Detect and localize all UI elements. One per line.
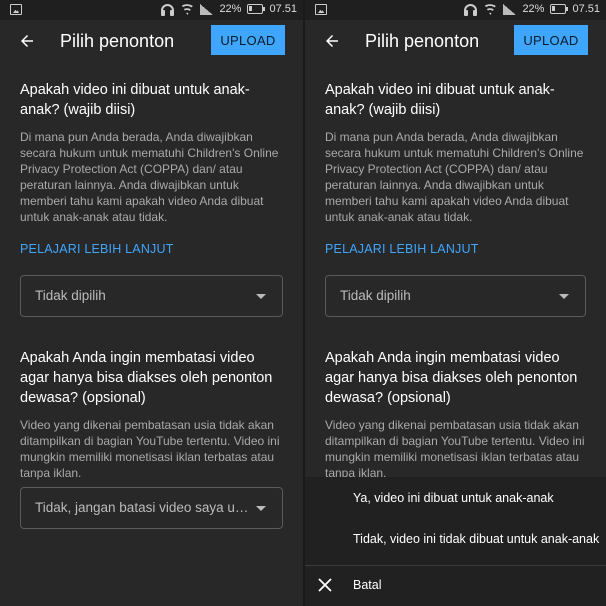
- kids-dropdown-value: Tidak dipilih: [340, 288, 411, 303]
- gallery-icon: [10, 4, 22, 15]
- status-bar: 22% 07.51: [305, 0, 606, 20]
- gallery-icon: [315, 4, 327, 15]
- age-question: Apakah Anda ingin membatasi video agar h…: [325, 350, 578, 406]
- cancel-button[interactable]: Batal: [305, 566, 606, 606]
- age-dropdown[interactable]: Tidak, jangan batasi video saya un...: [20, 487, 283, 529]
- kids-section: Apakah video ini dibuat untuk anak-anak?…: [325, 80, 586, 256]
- status-bar: 22% 07.51: [0, 0, 303, 20]
- app-bar: Pilih penonton UPLOAD: [0, 20, 303, 64]
- headset-icon: [161, 3, 175, 16]
- caret-down-icon: [559, 294, 569, 299]
- signal-icon: [503, 3, 517, 15]
- learn-more-link[interactable]: PELAJARI LEBIH LANJUT: [325, 242, 586, 256]
- kids-description: Di mana pun Anda berada, Anda diwajibkan…: [20, 130, 279, 224]
- close-icon: [317, 577, 333, 593]
- upload-button[interactable]: UPLOAD: [211, 25, 285, 55]
- kids-question: Apakah video ini dibuat untuk anak-anak?…: [20, 82, 250, 118]
- page-title: Pilih penonton: [365, 31, 480, 51]
- caret-down-icon: [256, 294, 266, 299]
- kids-section: Apakah video ini dibuat untuk anak-anak?…: [20, 80, 283, 256]
- age-dropdown-value: Tidak, jangan batasi video saya un...: [35, 500, 250, 515]
- clock: 07.51: [269, 3, 297, 15]
- age-section: Apakah Anda ingin membatasi video agar h…: [20, 348, 283, 481]
- kids-dropdown[interactable]: Tidak dipilih: [325, 275, 586, 317]
- bottom-sheet: Ya, video ini dibuat untuk anak-anak Tid…: [305, 477, 606, 606]
- age-question: Apakah Anda ingin membatasi video agar h…: [20, 350, 273, 406]
- age-section: Apakah Anda ingin membatasi video agar h…: [325, 348, 586, 481]
- screen-left: 22% 07.51 Pilih penonton UPLOAD Apakah v…: [0, 0, 303, 606]
- kids-question: Apakah video ini dibuat untuk anak-anak?…: [325, 82, 555, 118]
- kids-dropdown-value: Tidak dipilih: [35, 288, 106, 303]
- battery-icon: [550, 4, 569, 14]
- back-arrow-icon[interactable]: [323, 32, 341, 50]
- battery-percent: 22%: [219, 3, 242, 15]
- age-description: Video yang dikenai pembatasan usia tidak…: [325, 418, 585, 480]
- screen-right: 22% 07.51 Pilih penonton UPLOAD Apakah v…: [303, 0, 606, 606]
- learn-more-link[interactable]: PELAJARI LEBIH LANJUT: [20, 242, 283, 256]
- kids-description: Di mana pun Anda berada, Anda diwajibkan…: [325, 130, 584, 224]
- wifi-icon: [483, 3, 498, 15]
- headset-icon: [464, 3, 478, 16]
- age-description: Video yang dikenai pembatasan usia tidak…: [20, 418, 280, 480]
- signal-icon: [200, 3, 214, 15]
- back-arrow-icon[interactable]: [18, 32, 36, 50]
- upload-button[interactable]: UPLOAD: [514, 25, 588, 55]
- kids-dropdown[interactable]: Tidak dipilih: [20, 275, 283, 317]
- option-made-for-kids[interactable]: Ya, video ini dibuat untuk anak-anak: [353, 491, 554, 505]
- caret-down-icon: [256, 506, 266, 511]
- app-bar: Pilih penonton UPLOAD: [305, 20, 606, 64]
- clock: 07.51: [572, 3, 600, 15]
- option-not-made-for-kids[interactable]: Tidak, video ini tidak dibuat untuk anak…: [353, 532, 599, 546]
- battery-icon: [247, 4, 266, 14]
- cancel-label: Batal: [353, 578, 382, 592]
- wifi-icon: [180, 3, 195, 15]
- battery-percent: 22%: [522, 3, 545, 15]
- page-title: Pilih penonton: [60, 31, 175, 51]
